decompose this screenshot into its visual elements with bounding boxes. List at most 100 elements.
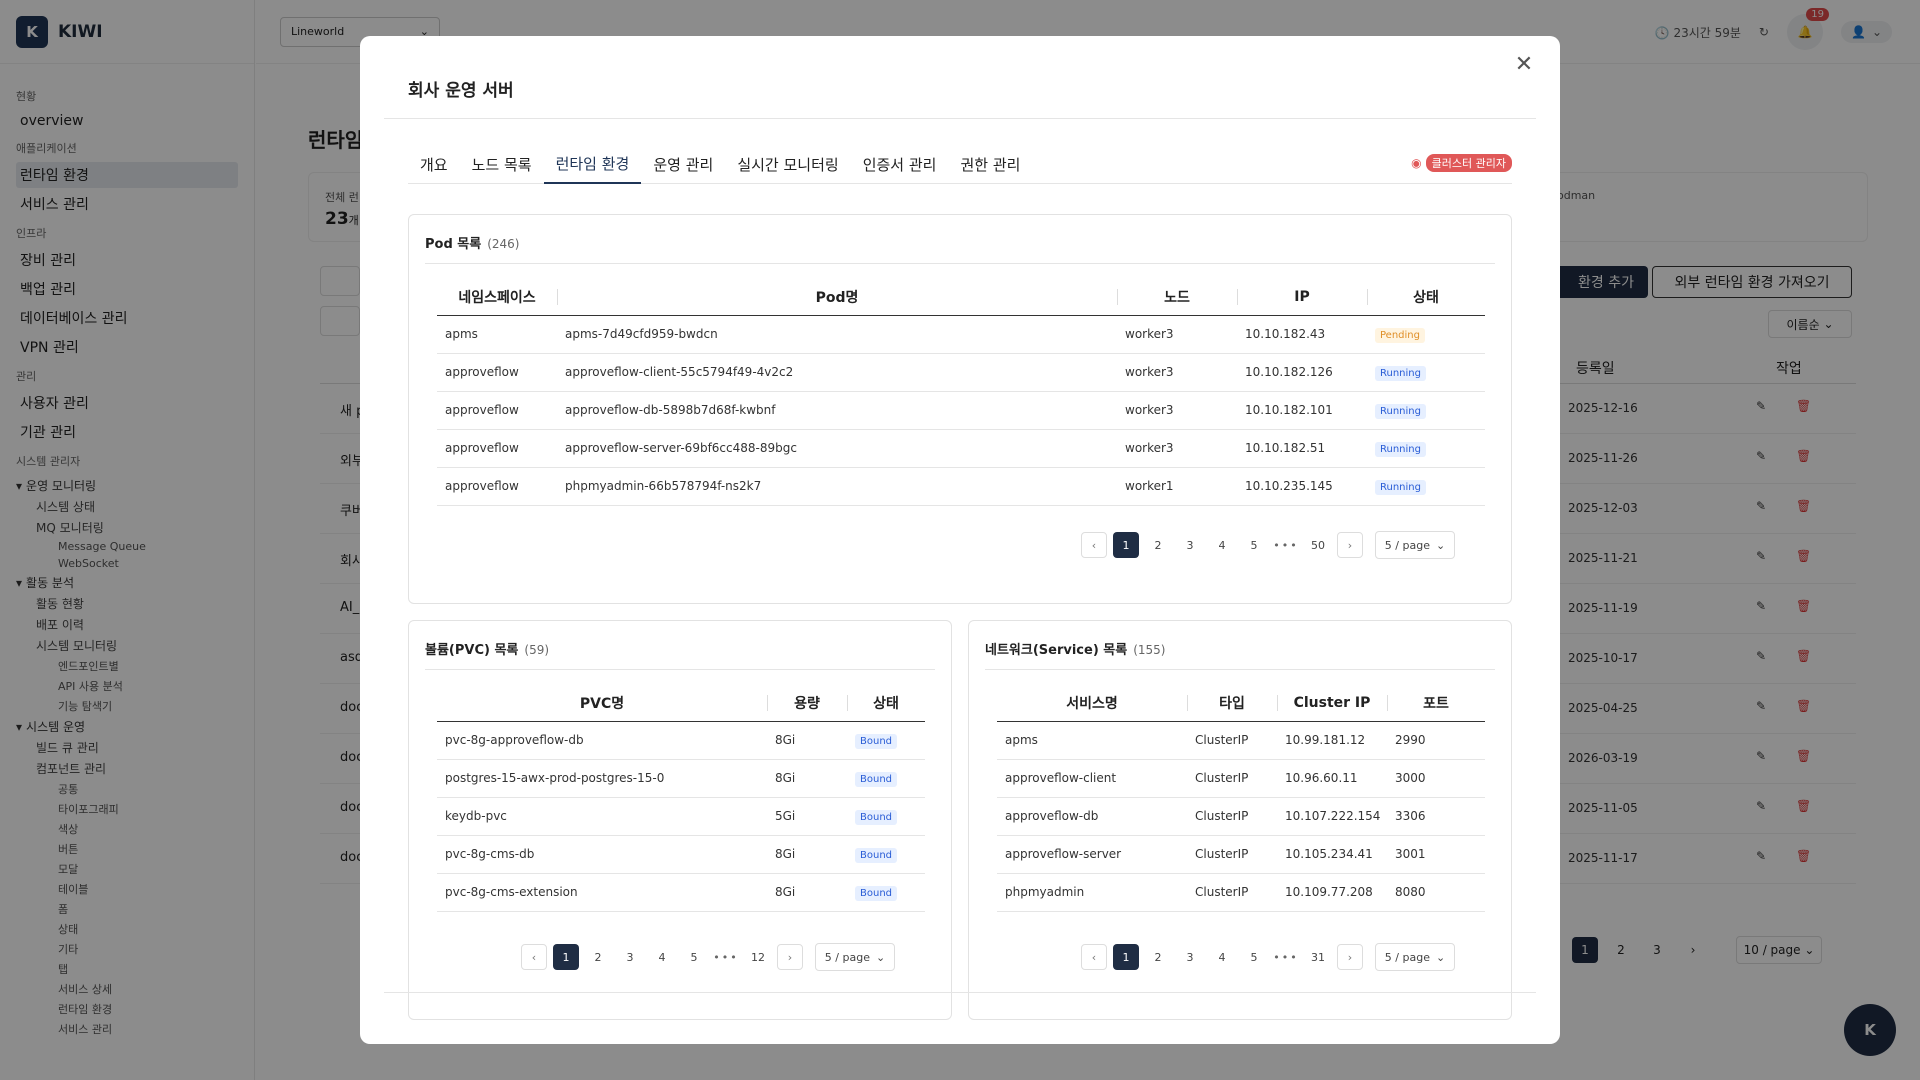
table-row[interactable]: apms ClusterIP 10.99.181.12 2990 [997, 721, 1485, 760]
chevron-left-icon[interactable]: ‹ [1081, 944, 1107, 970]
ellipsis-icon[interactable]: ••• [1273, 951, 1299, 964]
close-icon[interactable]: ✕ [1512, 52, 1536, 77]
tab-3[interactable]: 운영 관리 [641, 144, 725, 184]
pod-status-cell: Running [1367, 429, 1485, 468]
table-row[interactable]: pvc-8g-cms-extension 8Gi Bound [437, 873, 925, 912]
service-cluster-ip: 10.107.222.154 [1277, 797, 1387, 836]
service-name: approveflow-server [997, 835, 1187, 874]
page-button[interactable]: 50 [1305, 532, 1331, 558]
tab-0[interactable]: 개요 [408, 144, 460, 184]
page-button[interactable]: 4 [1209, 944, 1235, 970]
service-list-title: 네트워크(Service) 목록 (155) [985, 639, 1166, 658]
service-cluster-ip: 10.96.60.11 [1277, 759, 1387, 798]
divider [384, 992, 1536, 993]
pvc-size: 5Gi [767, 797, 847, 836]
table-row[interactable]: postgres-15-awx-prod-postgres-15-0 8Gi Bou… [437, 759, 925, 798]
status-badge: Bound [855, 734, 898, 749]
page-button[interactable]: 31 [1305, 944, 1331, 970]
tab-2[interactable]: 런타임 환경 [543, 144, 642, 184]
table-row[interactable]: approveflow approveflow-db-5898b7d68f-kwb… [437, 391, 1485, 430]
page-button[interactable]: 1 [1113, 532, 1139, 558]
table-row[interactable]: approveflow phpmyadmin-66b578794f-ns2k7 wo… [437, 467, 1485, 506]
table-row[interactable]: pvc-8g-cms-db 8Gi Bound [437, 835, 925, 874]
pvc-count: (59) [524, 643, 550, 657]
table-row[interactable]: phpmyadmin ClusterIP 10.109.77.208 8080 [997, 873, 1485, 912]
page-button[interactable]: 4 [1209, 532, 1235, 558]
page-size-select[interactable]: 5 / page ⌄ [815, 943, 895, 971]
page-button[interactable]: 3 [1177, 532, 1203, 558]
pod-name: approveflow-client-55c5794f49-4v2c2 [557, 353, 1117, 392]
divider [985, 669, 1495, 670]
chevron-down-icon: ⌄ [1435, 950, 1446, 964]
pvc-name: keydb-pvc [437, 797, 767, 836]
page-button[interactable]: 1 [553, 944, 579, 970]
chevron-right-icon[interactable]: › [1337, 944, 1363, 970]
column-header: 노드 [1117, 279, 1237, 316]
pod-status-cell: Running [1367, 353, 1485, 392]
pvc-name: pvc-8g-cms-db [437, 835, 767, 874]
pvc-status-cell: Bound [847, 721, 925, 760]
pod-pagination: ‹ 1 2 3 4 5 ••• 50 › 5 / page ⌄ [1081, 531, 1455, 559]
page-button[interactable]: 1 [1113, 944, 1139, 970]
table-row[interactable]: pvc-8g-approveflow-db 8Gi Bound [437, 721, 925, 760]
pod-namespace: approveflow [437, 429, 557, 468]
status-badge: Bound [855, 810, 898, 825]
page-size-select[interactable]: 5 / page ⌄ [1375, 943, 1455, 971]
page-button[interactable]: 2 [585, 944, 611, 970]
page-button[interactable]: 2 [1145, 532, 1171, 558]
page-button[interactable]: 4 [649, 944, 675, 970]
service-port: 8080 [1387, 873, 1485, 912]
column-header: 서비스명 [997, 685, 1187, 722]
column-header: 네임스페이스 [437, 279, 557, 316]
page-button[interactable]: 5 [681, 944, 707, 970]
page-size-value: 5 / page [1384, 950, 1430, 964]
tab-6[interactable]: 권한 관리 [948, 144, 1032, 184]
tab-5[interactable]: 인증서 관리 [851, 144, 949, 184]
page-button[interactable]: 12 [745, 944, 771, 970]
service-port: 3000 [1387, 759, 1485, 798]
status-badge: Bound [855, 886, 898, 901]
table-row[interactable]: approveflow-db ClusterIP 10.107.222.154 330… [997, 797, 1485, 836]
table-row[interactable]: approveflow-client ClusterIP 10.96.60.11 30… [997, 759, 1485, 798]
chevron-right-icon[interactable]: › [1337, 532, 1363, 558]
table-row[interactable]: keydb-pvc 5Gi Bound [437, 797, 925, 836]
eye-icon: ◉ [1411, 156, 1422, 170]
table-row[interactable]: apms apms-7d49cfd959-bwdcn worker3 10.10.18… [437, 315, 1485, 354]
pod-list-card: Pod 목록 (246) 네임스페이스 Pod명 노드 IP 상태 apms apms-7d… [408, 214, 1512, 604]
table-row[interactable]: approveflow-server ClusterIP 10.105.234.41… [997, 835, 1485, 874]
pod-name: approveflow-server-69bf6cc488-89bgc [557, 429, 1117, 468]
page-size-select[interactable]: 5 / page ⌄ [1375, 531, 1455, 559]
pvc-status-cell: Bound [847, 759, 925, 798]
page-button[interactable]: 5 [1241, 532, 1267, 558]
page-button[interactable]: 2 [1145, 944, 1171, 970]
column-header: Pod명 [557, 279, 1117, 316]
page-button[interactable]: 3 [1177, 944, 1203, 970]
role-badge: ◉ 클러스터 관리자 [1411, 154, 1512, 172]
page-button[interactable]: 3 [617, 944, 643, 970]
pod-name: approveflow-db-5898b7d68f-kwbnf [557, 391, 1117, 430]
service-name: phpmyadmin [997, 873, 1187, 912]
tab-1[interactable]: 노드 목록 [460, 144, 544, 184]
pod-ip: 10.10.182.101 [1237, 391, 1367, 430]
table-row[interactable]: approveflow approveflow-server-69bf6cc488… [437, 429, 1485, 468]
tab-4[interactable]: 실시간 모니터링 [725, 144, 850, 184]
column-header: 용량 [767, 685, 847, 722]
column-header: 상태 [847, 685, 925, 722]
pod-namespace: approveflow [437, 353, 557, 392]
chevron-left-icon[interactable]: ‹ [521, 944, 547, 970]
page-size-value: 5 / page [824, 950, 870, 964]
column-header: 상태 [1367, 279, 1485, 316]
service-port: 2990 [1387, 721, 1485, 760]
chevron-left-icon[interactable]: ‹ [1081, 532, 1107, 558]
ellipsis-icon[interactable]: ••• [1273, 539, 1299, 552]
service-type: ClusterIP [1187, 835, 1277, 874]
pod-node: worker3 [1117, 315, 1237, 354]
column-header: PVC명 [437, 685, 767, 722]
table-row[interactable]: approveflow approveflow-client-55c5794f49… [437, 353, 1485, 392]
pod-count: (246) [487, 237, 520, 251]
ellipsis-icon[interactable]: ••• [713, 951, 739, 964]
service-type: ClusterIP [1187, 721, 1277, 760]
pvc-status-cell: Bound [847, 873, 925, 912]
chevron-right-icon[interactable]: › [777, 944, 803, 970]
page-button[interactable]: 5 [1241, 944, 1267, 970]
